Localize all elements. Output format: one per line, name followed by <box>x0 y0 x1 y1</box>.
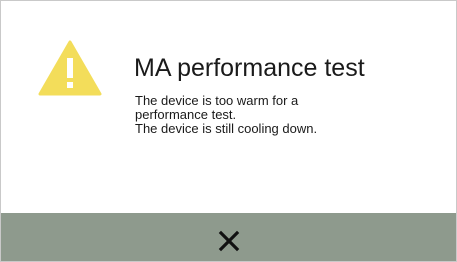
dialog-title: MA performance test <box>134 54 365 82</box>
warning-dialog: MA performance test The device is too wa… <box>0 0 457 262</box>
message-line: performance test. <box>135 107 237 122</box>
dialog-message: The device is too warm for a performance… <box>135 94 435 136</box>
message-line: The device is too warm for a <box>135 93 299 108</box>
close-button[interactable] <box>1 213 456 261</box>
message-line: The device is still cooling down. <box>135 121 318 136</box>
close-icon[interactable] <box>218 230 240 252</box>
warning-icon <box>38 40 102 96</box>
